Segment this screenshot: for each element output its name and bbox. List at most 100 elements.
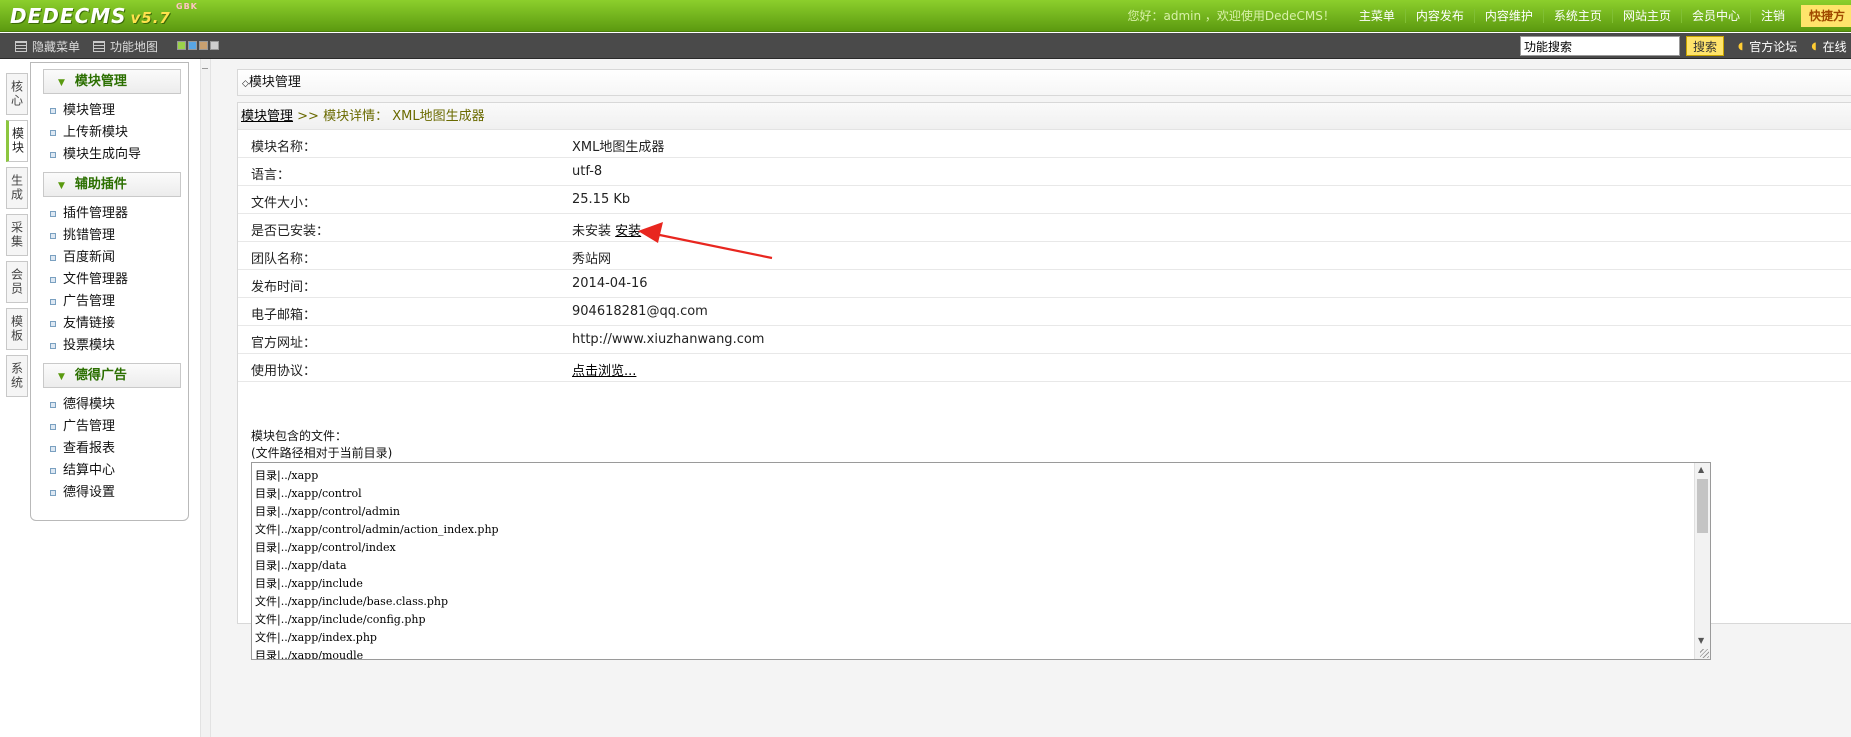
menu-item-label: 查看报表	[63, 441, 116, 456]
search-button[interactable]: 搜索	[1686, 36, 1725, 56]
nav-content-maintain[interactable]: 内容维护	[1473, 8, 1543, 23]
menu-item[interactable]: 文件管理器	[50, 269, 188, 291]
main-content: ◇模块管理 模块管理 >> 模块详情： XML地图生成器 模块名称： XML地图生…	[211, 59, 1851, 737]
hide-menu-button[interactable]: 隐藏菜单	[15, 38, 80, 55]
menu-item[interactable]: 百度新闻	[50, 247, 188, 269]
nav-system-home[interactable]: 系统主页	[1542, 8, 1612, 23]
bullet-icon	[50, 211, 56, 217]
menu-item[interactable]: 广告管理	[50, 416, 188, 438]
tab-member[interactable]: 会员	[6, 261, 28, 303]
search-input[interactable]	[1520, 36, 1680, 56]
tab-collect[interactable]: 采集	[6, 214, 28, 256]
dedecms-logo[interactable]: DEDECMS v5.7 GBK	[10, 2, 197, 28]
row-label: 语言：	[251, 168, 291, 183]
menu-item[interactable]: 友情链接	[50, 313, 188, 335]
nav-site-home[interactable]: 网站主页	[1611, 8, 1681, 23]
row-value: XML地图生成器	[572, 140, 665, 155]
menu-item-label: 模块生成向导	[63, 147, 142, 162]
breadcrumb-module-manage-link[interactable]: 模块管理	[241, 109, 293, 124]
menu-section-plugins[interactable]: ▼ 辅助插件	[43, 172, 181, 197]
menu-item[interactable]: 广告管理	[50, 291, 188, 313]
menu-item[interactable]: 投票模块	[50, 335, 188, 357]
welcome-text: 您好：admin ，欢迎使用DedeCMS！	[1127, 9, 1335, 23]
page-title: ◇模块管理	[237, 69, 1851, 96]
menu-item-label: 文件管理器	[63, 272, 129, 287]
theme-swatch-blue[interactable]	[188, 41, 197, 50]
menu-item[interactable]: 查看报表	[50, 438, 188, 460]
tab-template[interactable]: 模板	[6, 308, 28, 350]
detail-row-website: 官方网址： http://www.xiuzhanwang.com	[238, 326, 1851, 354]
file-list-textarea[interactable]: 目录|../xapp 目录|../xapp/control 目录|../xapp…	[251, 462, 1711, 660]
left-menu: ▼ 模块管理 模块管理 上传新模块 模块生成向导 ▼ 辅助插件 插件管理器 挑错管理…	[30, 62, 189, 521]
page-title-text: 模块管理	[248, 75, 301, 90]
scroll-thumb[interactable]	[1697, 479, 1708, 533]
bullet-icon	[50, 299, 56, 305]
detail-row-language: 语言： utf-8	[238, 158, 1851, 186]
forum-label: 官方论坛	[1749, 39, 1798, 54]
menu-item-label: 广告管理	[63, 419, 116, 434]
files-header: 模块包含的文件： (文件路径相对于当前目录)	[251, 428, 392, 462]
menu-item-label: 友情链接	[63, 316, 116, 331]
file-line: 文件|../xapp/index.php	[255, 631, 377, 644]
section-title: 模块管理	[74, 74, 127, 89]
theme-swatches	[177, 41, 221, 50]
signal-icon: ◖	[1811, 40, 1817, 52]
tab-core[interactable]: 核心	[6, 73, 28, 115]
row-value: http://www.xiuzhanwang.com	[572, 332, 765, 347]
file-line: 目录|../xapp/data	[255, 559, 347, 572]
tab-module[interactable]: 模块	[6, 120, 28, 162]
view-license-link[interactable]: 点击浏览...	[572, 364, 636, 379]
detail-row-license: 使用协议： 点击浏览...	[238, 354, 1851, 382]
scroll-down-icon[interactable]: ▼	[1698, 636, 1704, 645]
menu-item[interactable]: 挑错管理	[50, 225, 188, 247]
menu-section-module-manage[interactable]: ▼ 模块管理	[43, 69, 181, 94]
breadcrumb-separator: >>	[293, 109, 324, 124]
row-label: 是否已安装：	[251, 224, 330, 239]
file-list: 目录|../xapp 目录|../xapp/control 目录|../xapp…	[255, 467, 499, 660]
theme-swatch-gray[interactable]	[210, 41, 219, 50]
menu-item[interactable]: 结算中心	[50, 460, 188, 482]
bullet-icon	[50, 277, 56, 283]
chevron-down-icon: ▼	[58, 181, 65, 191]
scroll-up-icon[interactable]: ▲	[1698, 465, 1704, 474]
menu-item[interactable]: 德得设置	[50, 482, 188, 504]
version-tag: GBK	[176, 2, 198, 11]
logo-text: DEDECMS	[10, 4, 127, 28]
search-area: 搜索 ◖ 官方论坛 ◖ 在线	[1520, 36, 1847, 56]
site-map-button[interactable]: 功能地图	[93, 38, 158, 55]
file-line: 目录|../xapp/moudle	[255, 649, 364, 660]
tab-generate[interactable]: 生成	[6, 167, 28, 209]
menu-item[interactable]: 插件管理器	[50, 203, 188, 225]
official-forum-link[interactable]: ◖ 官方论坛	[1738, 38, 1797, 55]
resize-grip-icon[interactable]	[1700, 649, 1709, 658]
bullet-icon	[50, 343, 56, 349]
files-label: 模块包含的文件：	[251, 429, 348, 443]
nav-content-publish[interactable]: 内容发布	[1404, 8, 1474, 23]
signal-icon: ◖	[1738, 40, 1744, 52]
quick-menu-button[interactable]: 快捷方	[1800, 4, 1851, 27]
file-line: 目录|../xapp/control/admin	[255, 505, 400, 518]
menu-item-label: 投票模块	[63, 338, 116, 353]
menu-item[interactable]: 模块管理	[50, 100, 188, 122]
panel-splitter[interactable]	[200, 59, 211, 737]
online-link[interactable]: ◖ 在线	[1811, 38, 1846, 55]
install-link[interactable]: 安装	[615, 224, 641, 239]
menu-item[interactable]: 模块生成向导	[50, 144, 188, 166]
file-line: 目录|../xapp/control	[255, 487, 362, 500]
row-label: 电子邮箱：	[251, 308, 317, 323]
nav-logout[interactable]: 注销	[1749, 8, 1795, 23]
file-list-scrollbar[interactable]: ▲ ▼	[1694, 463, 1710, 659]
bullet-icon	[50, 152, 56, 158]
row-value: 25.15 Kb	[572, 192, 631, 207]
theme-swatch-green[interactable]	[177, 41, 186, 50]
menu-item-label: 插件管理器	[63, 206, 129, 221]
menu-item[interactable]: 上传新模块	[50, 122, 188, 144]
menu-section-ads[interactable]: ▼ 德得广告	[43, 363, 181, 388]
nav-member-center[interactable]: 会员中心	[1680, 8, 1750, 23]
row-label: 发布时间：	[251, 280, 317, 295]
theme-swatch-brown[interactable]	[199, 41, 208, 50]
nav-main-menu[interactable]: 主菜单	[1349, 9, 1405, 23]
tab-system[interactable]: 系统	[6, 355, 28, 397]
menu-item-label: 上传新模块	[63, 125, 129, 140]
menu-item[interactable]: 德得模块	[50, 394, 188, 416]
